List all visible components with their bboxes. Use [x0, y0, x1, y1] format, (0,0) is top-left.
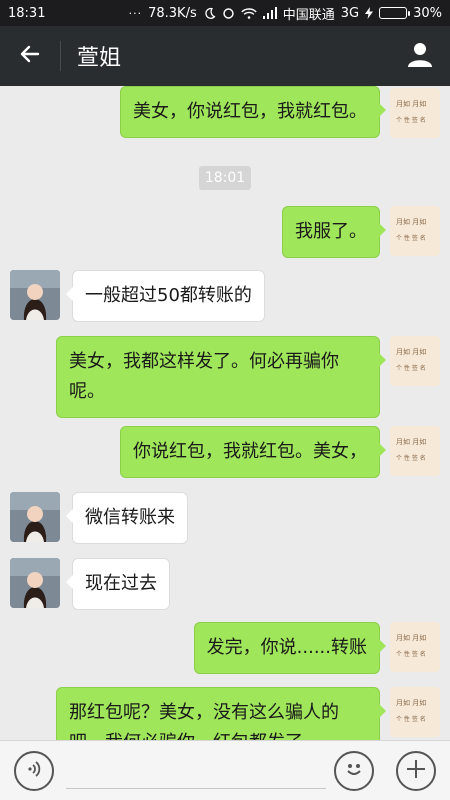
svg-text:月如 月如: 月如 月如 [396, 698, 426, 707]
svg-text:月如 月如: 月如 月如 [396, 347, 426, 356]
battery-icon [379, 7, 411, 19]
voice-icon [24, 759, 44, 783]
svg-text:月如 月如: 月如 月如 [396, 633, 426, 642]
contact-avatar[interactable] [10, 492, 60, 542]
message-row: 那红包呢？美女，没有这么骗人的吧，我何必骗你，红包都发了 月如 月如个 性 签 … [0, 687, 450, 740]
message-row: 你说红包，我就红包。美女， 月如 月如个 性 签 名 [0, 426, 450, 480]
message-bubble-other[interactable]: 现在过去 [66, 558, 170, 610]
svg-text:个 性 签 名: 个 性 签 名 [396, 364, 426, 372]
message-bubble-other[interactable]: 一般超过50都转账的 [66, 270, 265, 322]
self-avatar[interactable]: 月如 月如个 性 签 名 [390, 88, 440, 138]
emoji-button[interactable] [334, 751, 374, 791]
svg-text:月如 月如: 月如 月如 [396, 217, 426, 226]
network-speed: 78.3K/s [148, 5, 197, 21]
person-icon [406, 40, 434, 72]
message-bubble-self[interactable]: 美女，我都这样发了。何必再骗你呢。 [56, 336, 386, 418]
message-row: 美女，你说红包，我就红包。 月如 月如个 性 签 名 [0, 86, 450, 140]
battery-percent: 30% [413, 5, 442, 21]
moon-icon [203, 7, 216, 20]
back-arrow-icon [18, 42, 42, 70]
status-time: 18:31 [8, 5, 46, 21]
voice-button[interactable] [14, 751, 54, 791]
chat-area[interactable]: 美女，你说红包，我就红包。 月如 月如个 性 签 名 18:01 我服了。 月如… [0, 86, 450, 740]
svg-text:个 性 签 名: 个 性 签 名 [396, 650, 426, 658]
chat-header: 萱姐 [0, 26, 450, 86]
message-row: 微信转账来 [0, 492, 450, 546]
self-avatar[interactable]: 月如 月如个 性 签 名 [390, 426, 440, 476]
message-row: 美女，我都这样发了。何必再骗你呢。 月如 月如个 性 签 名 [0, 336, 450, 418]
status-dots: ··· [128, 6, 143, 20]
plus-icon [405, 758, 427, 784]
message-bubble-self[interactable]: 发完，你说......转账 [193, 622, 387, 674]
sync-icon [222, 7, 235, 20]
message-bubble-self[interactable]: 你说红包，我就红包。美女， [120, 426, 386, 478]
self-avatar[interactable]: 月如 月如个 性 签 名 [390, 336, 440, 386]
contact-avatar[interactable] [10, 270, 60, 320]
input-bar [0, 740, 450, 800]
smiley-icon [342, 757, 366, 785]
svg-text:月如 月如: 月如 月如 [396, 99, 426, 108]
message-bubble-self[interactable]: 美女，你说红包，我就红包。 [120, 86, 386, 138]
charging-icon [365, 7, 374, 19]
message-row: 发完，你说......转账 月如 月如个 性 签 名 [0, 622, 450, 676]
page-title: 萱姐 [77, 46, 122, 71]
svg-text:个 性 签 名: 个 性 签 名 [396, 454, 426, 462]
signal-icon [262, 7, 277, 19]
message-bubble-self[interactable]: 我服了。 [282, 206, 386, 258]
message-bubble-other[interactable]: 微信转账来 [66, 492, 188, 544]
self-avatar[interactable]: 月如 月如个 性 签 名 [390, 206, 440, 256]
self-avatar[interactable]: 月如 月如个 性 签 名 [390, 687, 440, 737]
message-input[interactable] [66, 753, 326, 789]
message-row: 一般超过50都转账的 [0, 270, 450, 324]
message-row: 我服了。 月如 月如个 性 签 名 [0, 206, 450, 260]
svg-text:月如 月如: 月如 月如 [396, 437, 426, 446]
svg-text:个 性 签 名: 个 性 签 名 [396, 234, 426, 242]
self-avatar[interactable]: 月如 月如个 性 签 名 [390, 622, 440, 672]
status-right: ··· 78.3K/s 中国联通 3G 30% [129, 4, 442, 23]
status-bar: 18:31 ··· 78.3K/s 中国联通 3G 30% [0, 0, 450, 26]
message-row: 现在过去 [0, 558, 450, 612]
svg-text:个 性 签 名: 个 性 签 名 [396, 715, 426, 723]
carrier-name: 中国联通 [282, 7, 335, 23]
timestamp: 18:01 [199, 166, 251, 190]
wifi-icon [241, 7, 257, 20]
network-type: 3G [340, 5, 360, 21]
svg-text:个 性 签 名: 个 性 签 名 [396, 116, 426, 124]
back-button[interactable] [0, 26, 60, 86]
profile-button[interactable] [390, 26, 450, 86]
message-bubble-self[interactable]: 那红包呢？美女，没有这么骗人的吧，我何必骗你，红包都发了 [56, 687, 386, 740]
contact-avatar[interactable] [10, 558, 60, 608]
more-button[interactable] [396, 751, 436, 791]
